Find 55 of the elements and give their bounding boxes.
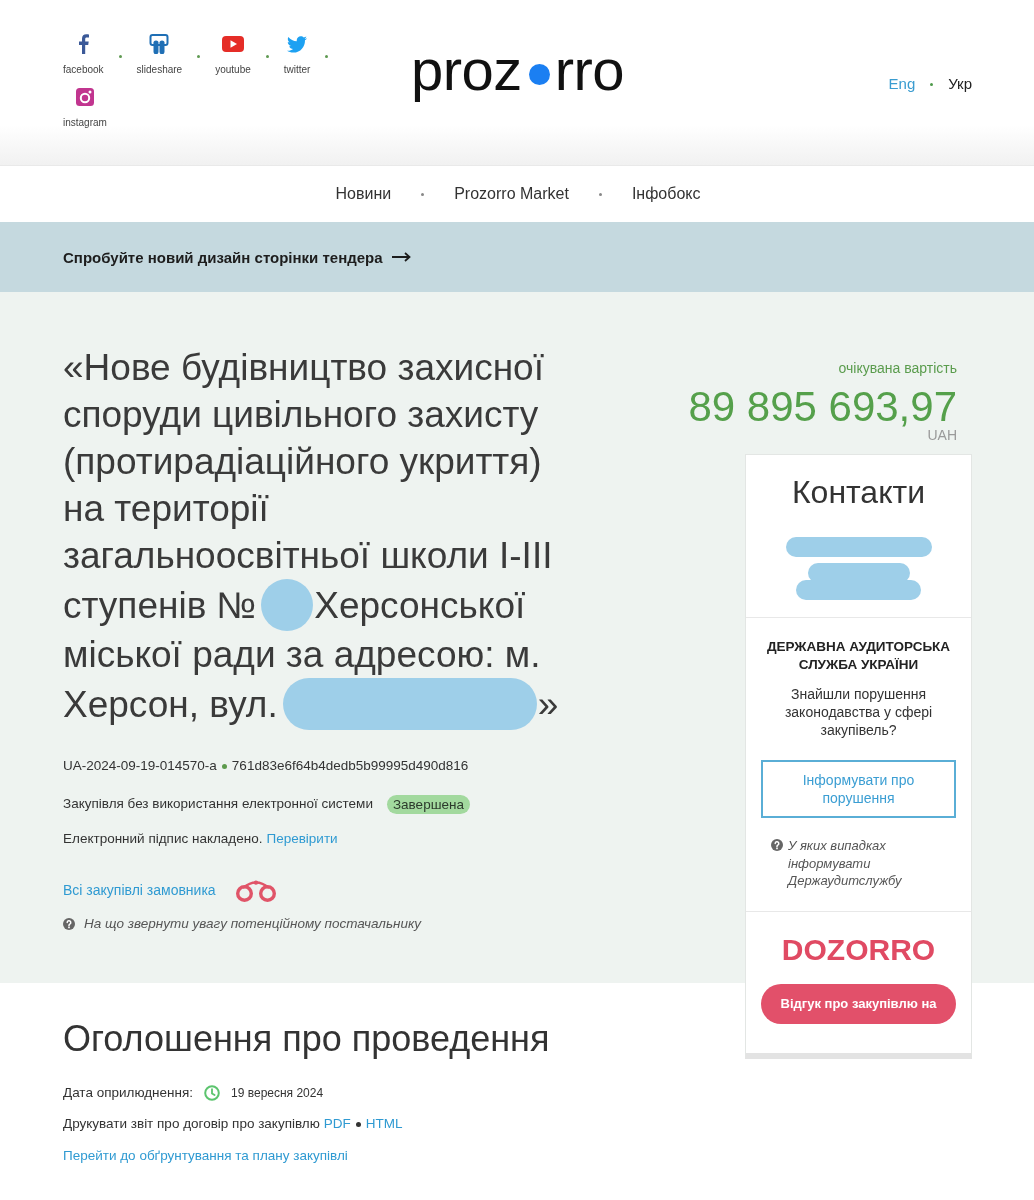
new-design-link[interactable]: Спробуйте новий дизайн сторінки тендера bbox=[63, 248, 411, 266]
social-link[interactable]: instagram bbox=[63, 87, 107, 140]
published-label: Дата оприлюднення: bbox=[63, 1084, 194, 1102]
separator-dot-icon bbox=[421, 192, 425, 196]
title-text: міської ради за адресою: м. bbox=[63, 634, 541, 675]
published-date: 19 вересня 2024 bbox=[231, 1085, 324, 1102]
supplier-hint-link[interactable]: На що звернути увагу потенційному постачальнику bbox=[84, 914, 422, 934]
dozorro-logo: DOZORRO bbox=[780, 932, 937, 967]
youtube-icon bbox=[222, 36, 244, 52]
binoculars-icon bbox=[233, 878, 278, 902]
audit-hint-link[interactable]: У яких випадках інформувати Держаудитслужбу bbox=[788, 837, 916, 890]
title-text: » bbox=[537, 682, 559, 727]
tender-id: UA-2024-09-19-014570-a bbox=[63, 757, 217, 775]
nav-link[interactable]: Новини bbox=[335, 185, 392, 203]
contacts-heading: Контакти bbox=[790, 473, 927, 512]
facebook-icon bbox=[77, 34, 89, 54]
procedure-type: Закупівля без використання електронної системи bbox=[63, 795, 373, 813]
signature-status: Електронний підпис накладено. bbox=[63, 830, 263, 848]
separator-dot-icon bbox=[930, 82, 934, 86]
social-link[interactable]: slideshare bbox=[136, 34, 183, 87]
print-report-label: Друкувати звіт про договір про закупівлю bbox=[63, 1115, 320, 1133]
separator-dot-icon bbox=[118, 55, 122, 58]
separator-dot-icon bbox=[598, 192, 602, 196]
violation-question: Знайшли порушення законодавства у сфері закупівель? bbox=[783, 685, 934, 739]
help-icon bbox=[63, 918, 75, 930]
language-link[interactable]: Укр bbox=[948, 74, 972, 94]
status-badge: Завершена bbox=[386, 794, 470, 814]
separator-dot-icon bbox=[325, 55, 329, 58]
social-link[interactable]: youtube bbox=[215, 34, 251, 87]
logo-dot-icon bbox=[528, 64, 550, 86]
separator-dot-icon bbox=[355, 1121, 361, 1127]
currency-label: UAH bbox=[927, 427, 957, 443]
value-label: очікувана вартість bbox=[838, 359, 957, 377]
slideshare-icon bbox=[149, 34, 170, 54]
audit-service-heading: ДЕРЖАВНА АУДИТОРСЬКА СЛУЖБА УКРАЇНИ bbox=[765, 638, 952, 674]
separator-dot-icon bbox=[197, 55, 201, 58]
title-text: Херсон, вул. bbox=[63, 682, 278, 727]
nav-link[interactable]: Prozorro Market bbox=[454, 185, 569, 203]
value-amount: 89 895 693,97 bbox=[688, 385, 957, 429]
redaction-mark bbox=[261, 579, 314, 631]
help-icon bbox=[771, 839, 783, 851]
clock-icon bbox=[204, 1085, 221, 1101]
instagram-icon bbox=[75, 88, 94, 106]
title-text: ступенів № bbox=[63, 583, 257, 628]
separator-dot-icon bbox=[265, 55, 269, 58]
title-text: Херсонської bbox=[314, 583, 526, 628]
arrow-right-icon bbox=[391, 252, 411, 262]
tender-hash: 761d83e6f64b4dedb5b99995d490d816 bbox=[231, 757, 469, 775]
nav-link[interactable]: Інфобокс bbox=[631, 185, 701, 203]
feedback-button[interactable]: Відгук про закупівлю на bbox=[761, 983, 956, 1024]
social-link[interactable]: facebook bbox=[63, 34, 104, 87]
social-link[interactable]: twitter bbox=[283, 34, 311, 87]
announcement-heading: Оголошення про проведення bbox=[63, 1017, 550, 1061]
separator-dot-icon bbox=[221, 763, 227, 769]
twitter-icon bbox=[287, 34, 308, 54]
